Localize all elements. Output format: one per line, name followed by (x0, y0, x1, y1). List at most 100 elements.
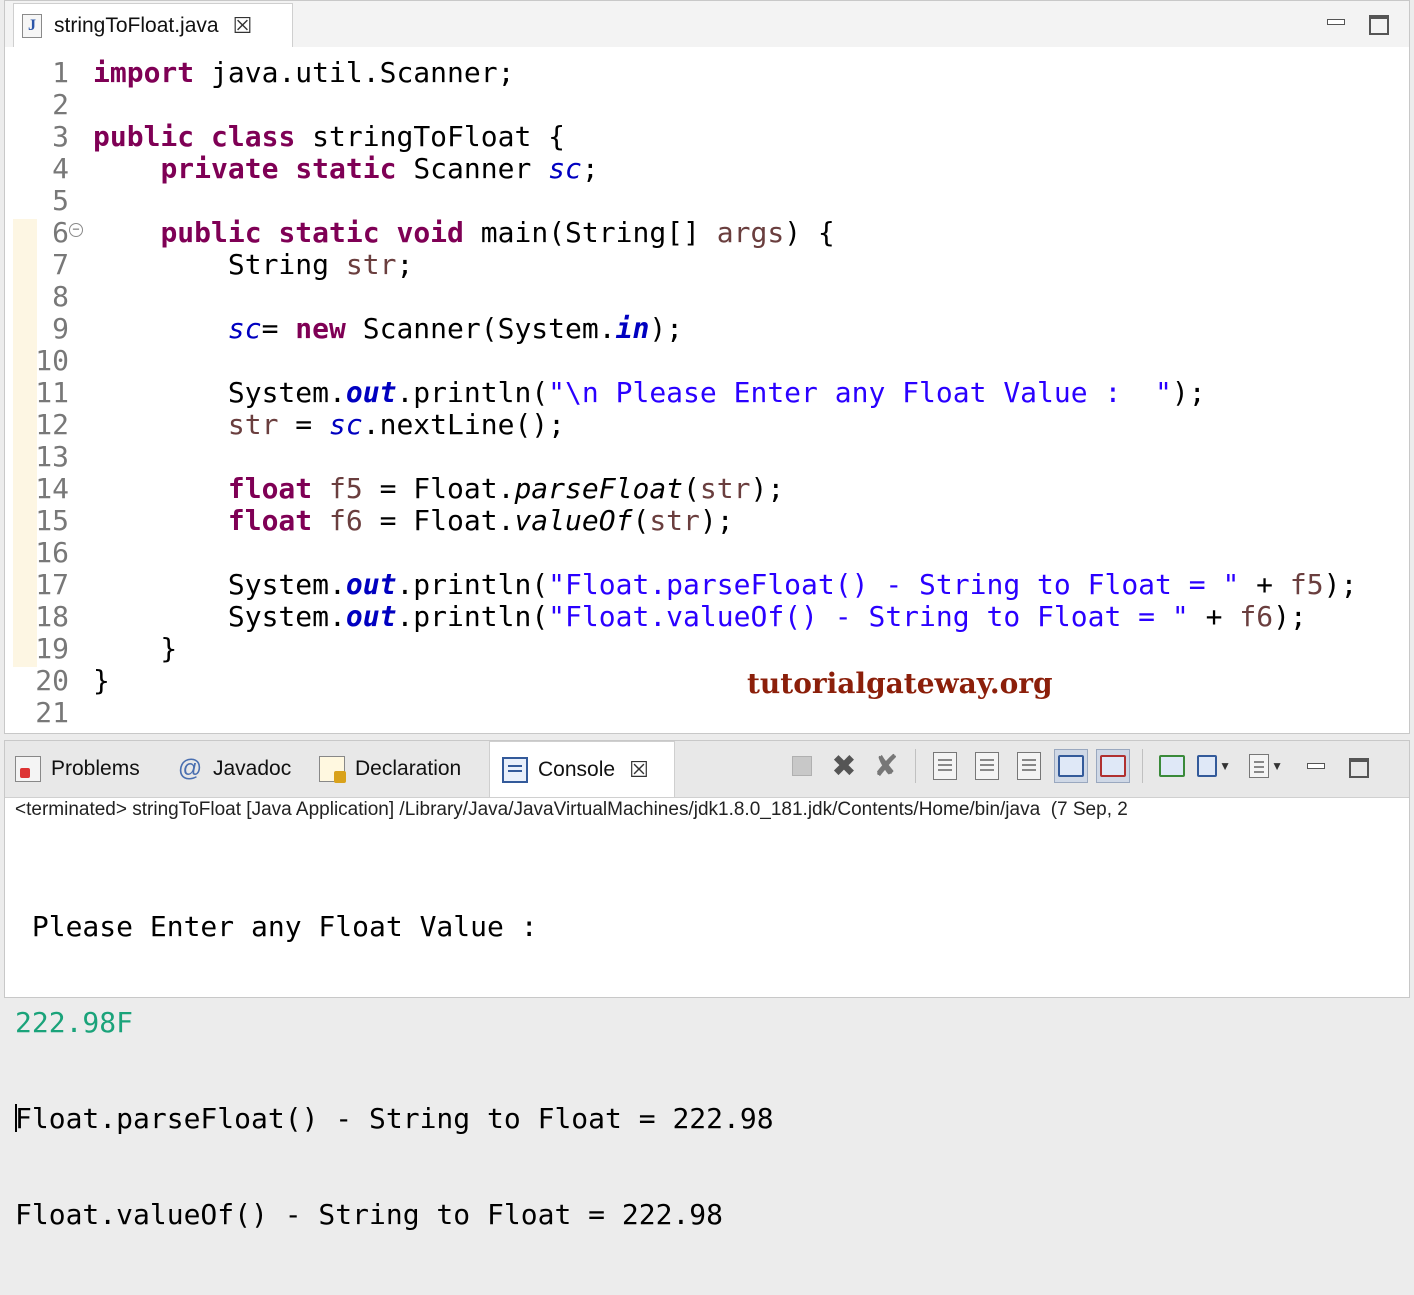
remove-launch-icon[interactable]: ✖ (827, 749, 861, 783)
tab-javadoc[interactable]: @ Javadoc (177, 741, 291, 797)
code-token: float (227, 472, 313, 505)
code-line[interactable]: 9 sc= new Scanner(System.in); (5, 313, 1409, 345)
line-number: 12 (35, 408, 69, 441)
code-token: .nextLine(); (362, 408, 566, 441)
tab-declaration-label: Declaration (355, 757, 462, 780)
console-result-line: Float.valueOf() - String to Float = 222.… (15, 1198, 724, 1231)
code-line[interactable]: 21 (5, 697, 1409, 729)
maximize-icon[interactable] (1349, 758, 1369, 778)
code-token: + (1239, 568, 1290, 601)
remove-all-terminated-icon[interactable]: ✘ (869, 749, 903, 783)
code-line[interactable]: 15 float f6 = Float.valueOf(str); (5, 505, 1409, 537)
code-token: public (93, 120, 195, 153)
code-line[interactable]: 16 (5, 537, 1409, 569)
code-token: .println( (396, 600, 549, 633)
java-file-icon: J (22, 13, 42, 38)
code-line[interactable]: 18 System.out.println("Float.valueOf() -… (5, 601, 1409, 633)
code-line[interactable]: 2 (5, 89, 1409, 121)
editor-tab[interactable]: J stringToFloat.java ☒ (13, 3, 293, 47)
display-console-icon[interactable]: ▼ (1197, 749, 1231, 783)
line-number: 4 (52, 152, 69, 185)
close-icon[interactable]: ☒ (629, 758, 649, 781)
code-token: void (396, 216, 464, 249)
code-line[interactable]: 19 } (5, 633, 1409, 665)
code-line[interactable]: 1 import java.util.Scanner; (5, 57, 1409, 89)
scroll-lock-icon[interactable] (970, 749, 1004, 783)
line-number: 7 (52, 248, 69, 281)
editor-tab-title: stringToFloat.java (54, 13, 219, 37)
line-number: 10 (35, 344, 69, 377)
code-line[interactable]: 17 System.out.println("Float.parseFloat(… (5, 569, 1409, 601)
line-number: 18 (35, 600, 69, 633)
code-line[interactable]: 5 (5, 185, 1409, 217)
maximize-icon[interactable] (1369, 15, 1389, 35)
code-token: System. (93, 568, 346, 601)
code-line[interactable]: 3 public class stringToFloat { (5, 121, 1409, 153)
tab-console[interactable]: Console ☒ (489, 741, 675, 797)
terminate-icon[interactable] (785, 749, 819, 783)
line-number: 8 (52, 280, 69, 313)
code-token: ); (649, 312, 684, 345)
code-line[interactable]: 4 private static Scanner sc; (5, 153, 1409, 185)
code-token: .println( (396, 376, 549, 409)
code-line[interactable]: 14 float f5 = Float.parseFloat(str); (5, 473, 1409, 505)
code-token: static (278, 216, 380, 249)
code-token: ; (396, 248, 414, 281)
code-token: = (278, 408, 330, 441)
toolbar-separator (1142, 749, 1143, 783)
line-code: System.out.println("Float.valueOf() - St… (93, 601, 1307, 633)
line-number: 14 (35, 472, 69, 505)
word-wrap-icon[interactable] (1012, 749, 1046, 783)
console-output[interactable]: Please Enter any Float Value : 222.98F F… (15, 847, 774, 1295)
code-line[interactable]: 7 String str; (5, 249, 1409, 281)
line-code: } (93, 665, 110, 697)
chevron-down-icon: ▼ (1219, 759, 1231, 773)
line-code: public class stringToFloat { (93, 121, 565, 153)
code-token: str (227, 408, 279, 441)
clear-console-icon[interactable] (928, 749, 962, 783)
code-line[interactable]: 20} (5, 665, 1409, 697)
pin-console-icon[interactable] (1155, 749, 1189, 783)
console-result-text: Float.parseFloat() - String to Float = 2… (15, 1102, 774, 1135)
code-token: .println( (396, 568, 549, 601)
editor-pane: J stringToFloat.java ☒ 1 import java.util… (4, 0, 1410, 734)
watermark: tutorialgateway.org (747, 667, 1053, 700)
code-line[interactable]: 8 (5, 281, 1409, 313)
code-token: java.util.Scanner; (194, 56, 515, 89)
open-console-icon[interactable]: ▼ (1249, 749, 1283, 783)
code-line[interactable]: 13 (5, 441, 1409, 473)
collapse-icon[interactable]: − (69, 223, 83, 237)
code-token: out (345, 600, 397, 633)
show-on-stdout-icon[interactable] (1054, 749, 1088, 783)
code-line[interactable]: 12 str = sc.nextLine(); (5, 409, 1409, 441)
code-token: ); (1171, 376, 1206, 409)
editor-window-controls (1325, 11, 1389, 35)
code-token: stringToFloat { (295, 120, 566, 153)
show-on-stderr-icon[interactable] (1096, 749, 1130, 783)
code-token: sc (227, 312, 262, 345)
code-line[interactable]: 11 System.out.println("\n Please Enter a… (5, 377, 1409, 409)
console-status-line: <terminated> stringToFloat [Java Applica… (15, 799, 1128, 820)
code-token: str (699, 472, 751, 505)
close-icon[interactable]: ☒ (233, 14, 253, 37)
line-code: System.out.println("\n Please Enter any … (93, 377, 1206, 409)
code-token: out (345, 376, 397, 409)
code-area[interactable]: 1 import java.util.Scanner; 2 3 public class… (5, 47, 1409, 733)
tab-problems[interactable]: Problems (15, 741, 140, 797)
code-line[interactable]: 10 (5, 345, 1409, 377)
code-token: ) { (784, 216, 835, 249)
minimize-icon[interactable] (1325, 11, 1347, 33)
code-token: f6 (329, 504, 363, 537)
line-number: 16 (35, 536, 69, 569)
line-number: 5 (52, 184, 69, 217)
code-token: System. (93, 600, 346, 633)
code-token: class (211, 120, 296, 153)
minimize-icon[interactable] (1305, 755, 1327, 777)
line-number: 13 (35, 440, 69, 473)
tab-declaration[interactable]: Declaration (319, 741, 461, 797)
code-line[interactable]: 6− public static void main(String[] args… (5, 217, 1409, 249)
